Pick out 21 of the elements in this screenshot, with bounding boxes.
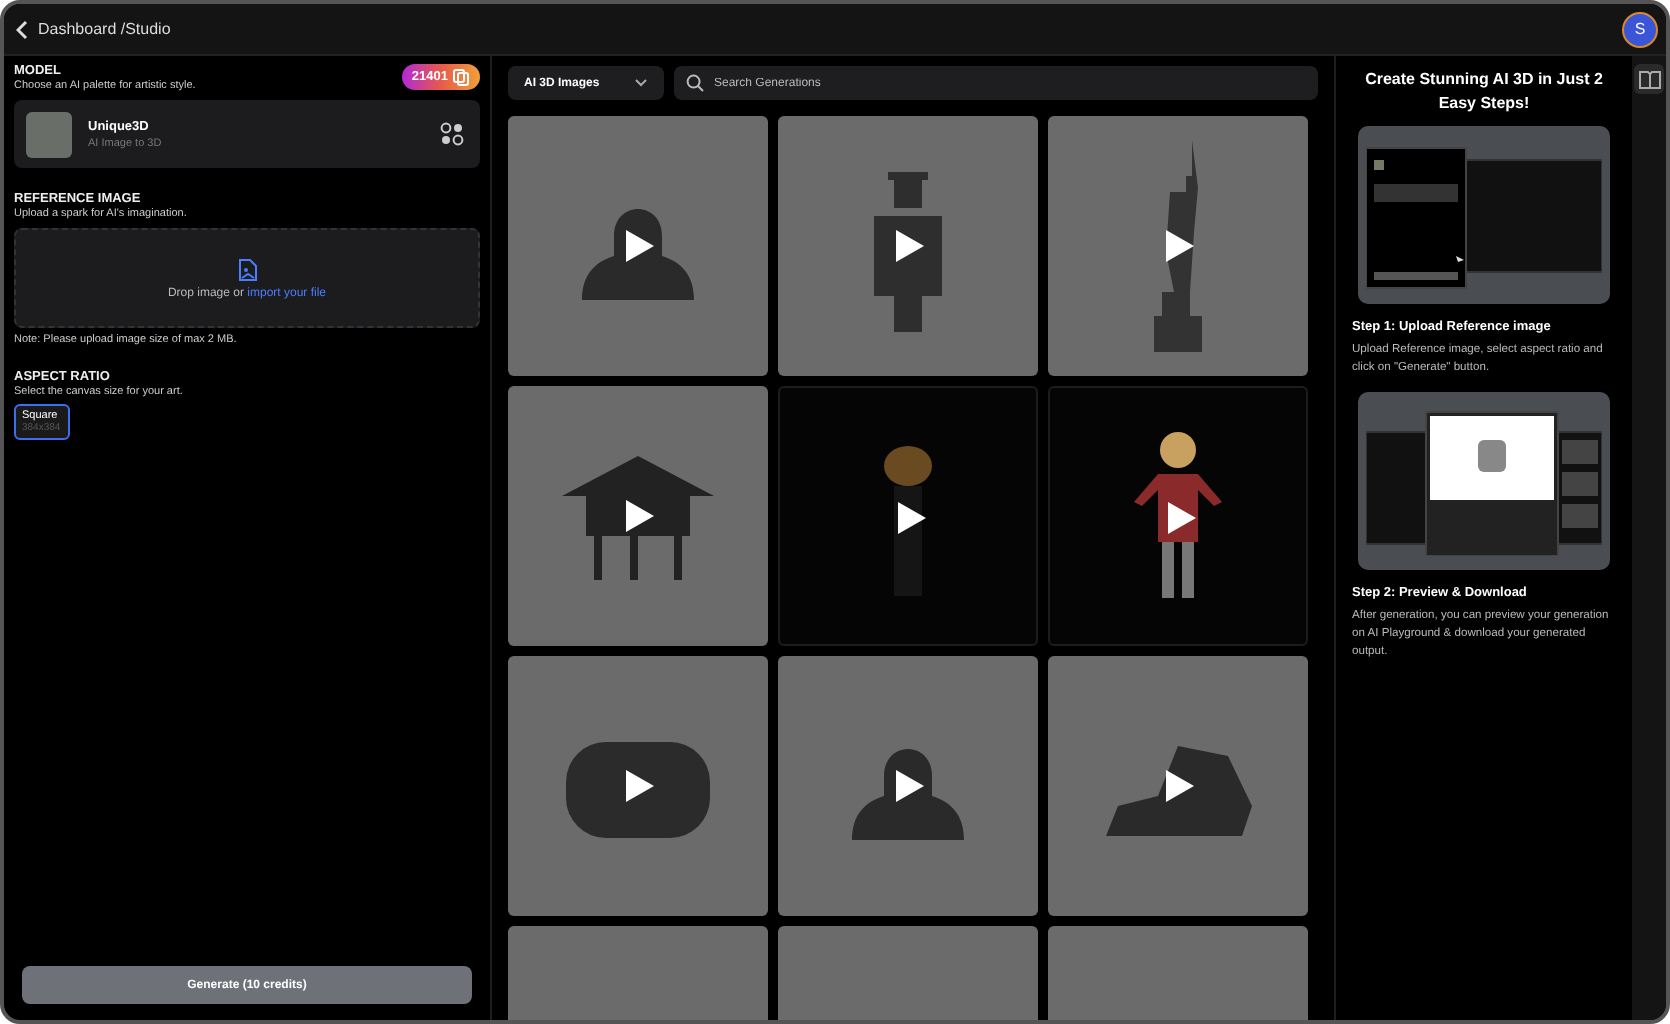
generation-tile[interactable] (778, 116, 1038, 376)
swap-icon[interactable] (440, 122, 464, 146)
user-avatar[interactable]: S (1622, 11, 1658, 47)
generation-tile[interactable] (1048, 116, 1308, 376)
guide-title: Create Stunning AI 3D in Just 2 Easy Steps! (1363, 68, 1605, 115)
generation-tile[interactable] (508, 116, 768, 376)
image-file-icon (237, 257, 257, 281)
book-icon (1637, 69, 1661, 89)
generation-tile[interactable] (1048, 656, 1308, 916)
guide-toggle-button[interactable] (1634, 64, 1664, 94)
generation-tile[interactable] (508, 386, 768, 646)
generation-tile[interactable] (508, 656, 768, 916)
generation-tile[interactable] (778, 656, 1038, 916)
chevron-down-icon (634, 78, 648, 88)
back-button[interactable]: Dashboard /Studio (16, 19, 171, 39)
generation-tile[interactable] (1048, 386, 1308, 646)
generation-tile[interactable] (778, 386, 1038, 646)
coin-icon (452, 68, 470, 86)
chevron-left-icon (16, 19, 30, 39)
model-thumbnail (26, 111, 72, 157)
search-icon (686, 74, 704, 92)
